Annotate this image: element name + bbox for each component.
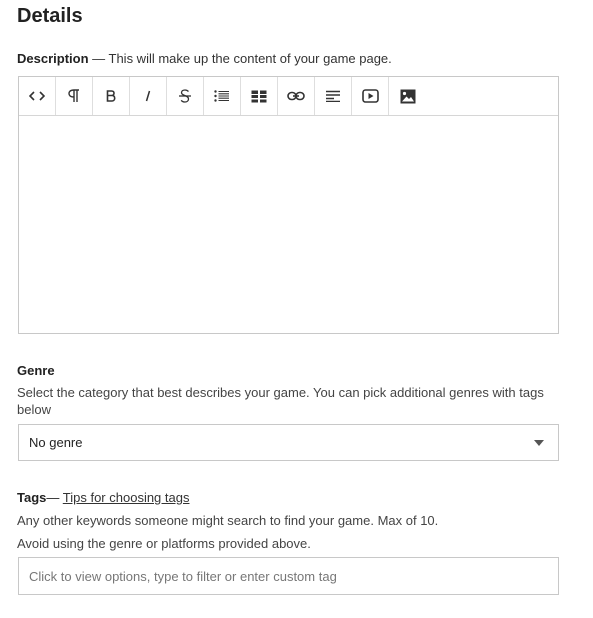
description-editor: [18, 76, 559, 334]
tags-label: Tags: [17, 490, 47, 505]
chevron-down-icon: [534, 440, 544, 446]
description-label: Description: [17, 51, 89, 66]
italic-icon: [145, 90, 151, 102]
strikethrough-icon: [179, 89, 191, 103]
description-text-area[interactable]: [19, 116, 558, 335]
details-section: Details Description — This will make up …: [0, 0, 593, 618]
tags-input[interactable]: [18, 557, 559, 595]
align-button[interactable]: [315, 77, 352, 115]
genre-label: Genre: [17, 363, 55, 378]
page-title: Details: [17, 5, 83, 27]
code-view-button[interactable]: [19, 77, 56, 115]
image-icon: [400, 89, 415, 103]
genre-help: Select the category that best describes …: [17, 385, 544, 417]
align-icon: [326, 90, 340, 102]
pilcrow-icon: [68, 89, 79, 102]
tags-help-1: Any other keywords someone might search …: [17, 513, 439, 528]
genre-selected-value: No genre: [29, 435, 83, 450]
editor-toolbar: [19, 77, 558, 116]
paragraph-button[interactable]: [56, 77, 93, 115]
table-icon: [251, 90, 267, 102]
image-upload-button[interactable]: [389, 77, 426, 115]
tips-for-choosing-tags-link[interactable]: Tips for choosing tags: [63, 490, 190, 505]
link-icon: [287, 91, 305, 101]
italic-button[interactable]: [130, 77, 167, 115]
bulleted-list-button[interactable]: [204, 77, 241, 115]
table-button[interactable]: [241, 77, 278, 115]
bold-icon: [106, 90, 116, 102]
tags-dash: —: [46, 490, 63, 505]
genre-select[interactable]: No genre: [18, 424, 559, 461]
video-embed-button[interactable]: [352, 77, 389, 115]
tags-help-2: Avoid using the genre or platforms provi…: [17, 536, 311, 551]
link-button[interactable]: [278, 77, 315, 115]
strikethrough-button[interactable]: [167, 77, 204, 115]
bulleted-list-icon: [214, 90, 229, 102]
description-helper: — This will make up the content of your …: [88, 51, 392, 66]
video-icon: [361, 89, 379, 103]
tags-label-row: Tags— Tips for choosing tags: [17, 490, 189, 505]
description-label-row: Description — This will make up the cont…: [17, 51, 392, 66]
bold-button[interactable]: [93, 77, 130, 115]
code-icon: [29, 91, 45, 101]
